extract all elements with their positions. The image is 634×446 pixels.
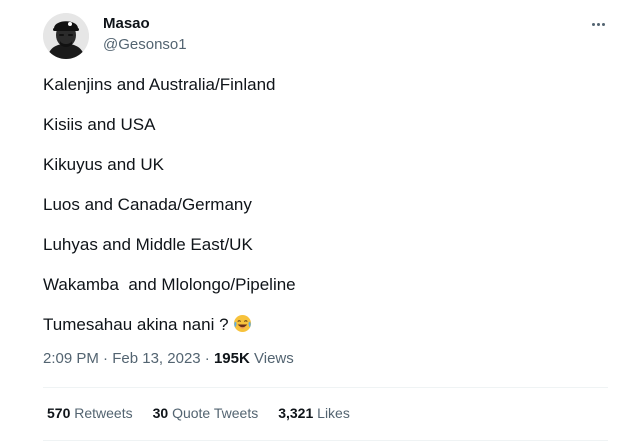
avatar-image: [43, 13, 89, 59]
author-handle[interactable]: @Gesonso1: [103, 36, 187, 53]
tweet-line: Kikuyus and UK: [43, 155, 164, 174]
tweet-line: Wakamba and Mlolongo/Pipeline: [43, 275, 296, 294]
tweet-line: Kalenjins and Australia/Finland: [43, 75, 276, 94]
tweet-time[interactable]: 2:09 PM: [43, 350, 99, 367]
tweet-line-last: Tumesahau akina nani ?: [43, 314, 603, 336]
divider: [43, 440, 608, 441]
quote-tweets-count: 30: [152, 405, 169, 421]
likes-link[interactable]: 3,321 Likes: [278, 405, 350, 421]
engagement-stats: 570 Retweets 30 Quote Tweets 3,321 Likes: [47, 405, 350, 421]
views-label: Views: [254, 350, 294, 367]
meta-separator: ·: [204, 350, 210, 367]
tweet-text: Kalenjins and Australia/Finland Kisiis a…: [43, 74, 603, 354]
more-horizontal-icon: [591, 22, 595, 26]
tweet-metadata: 2:09 PM · Feb 13, 2023 · 195K Views: [43, 350, 294, 367]
retweets-label: Retweets: [74, 405, 133, 421]
avatar[interactable]: [43, 13, 89, 59]
more-horizontal-icon-dot: [601, 22, 605, 26]
more-options-button[interactable]: [588, 14, 608, 34]
quote-tweets-label: Quote Tweets: [172, 405, 259, 421]
meta-separator: ·: [103, 350, 109, 367]
tweet-line-text: Tumesahau akina nani ?: [43, 315, 229, 334]
more-horizontal-icon-dot: [596, 22, 600, 26]
retweets-link[interactable]: 570 Retweets: [47, 405, 133, 421]
views-count: 195K: [213, 350, 250, 367]
tweet-line: Luos and Canada/Germany: [43, 195, 252, 214]
retweets-count: 570: [47, 405, 71, 421]
author-display-name[interactable]: Masao: [103, 15, 150, 32]
laughing-emoji-icon: [233, 314, 251, 333]
tweet-date[interactable]: Feb 13, 2023: [112, 350, 200, 367]
likes-label: Likes: [317, 405, 350, 421]
tweet-line: Kisiis and USA: [43, 115, 156, 134]
likes-count: 3,321: [278, 405, 314, 421]
tweet-line: Luhyas and Middle East/UK: [43, 235, 253, 254]
tweet-card: Masao @Gesonso1 Kalenjins and Australia/…: [0, 0, 634, 446]
quote-tweets-link[interactable]: 30 Quote Tweets: [153, 405, 259, 421]
divider: [43, 387, 608, 388]
